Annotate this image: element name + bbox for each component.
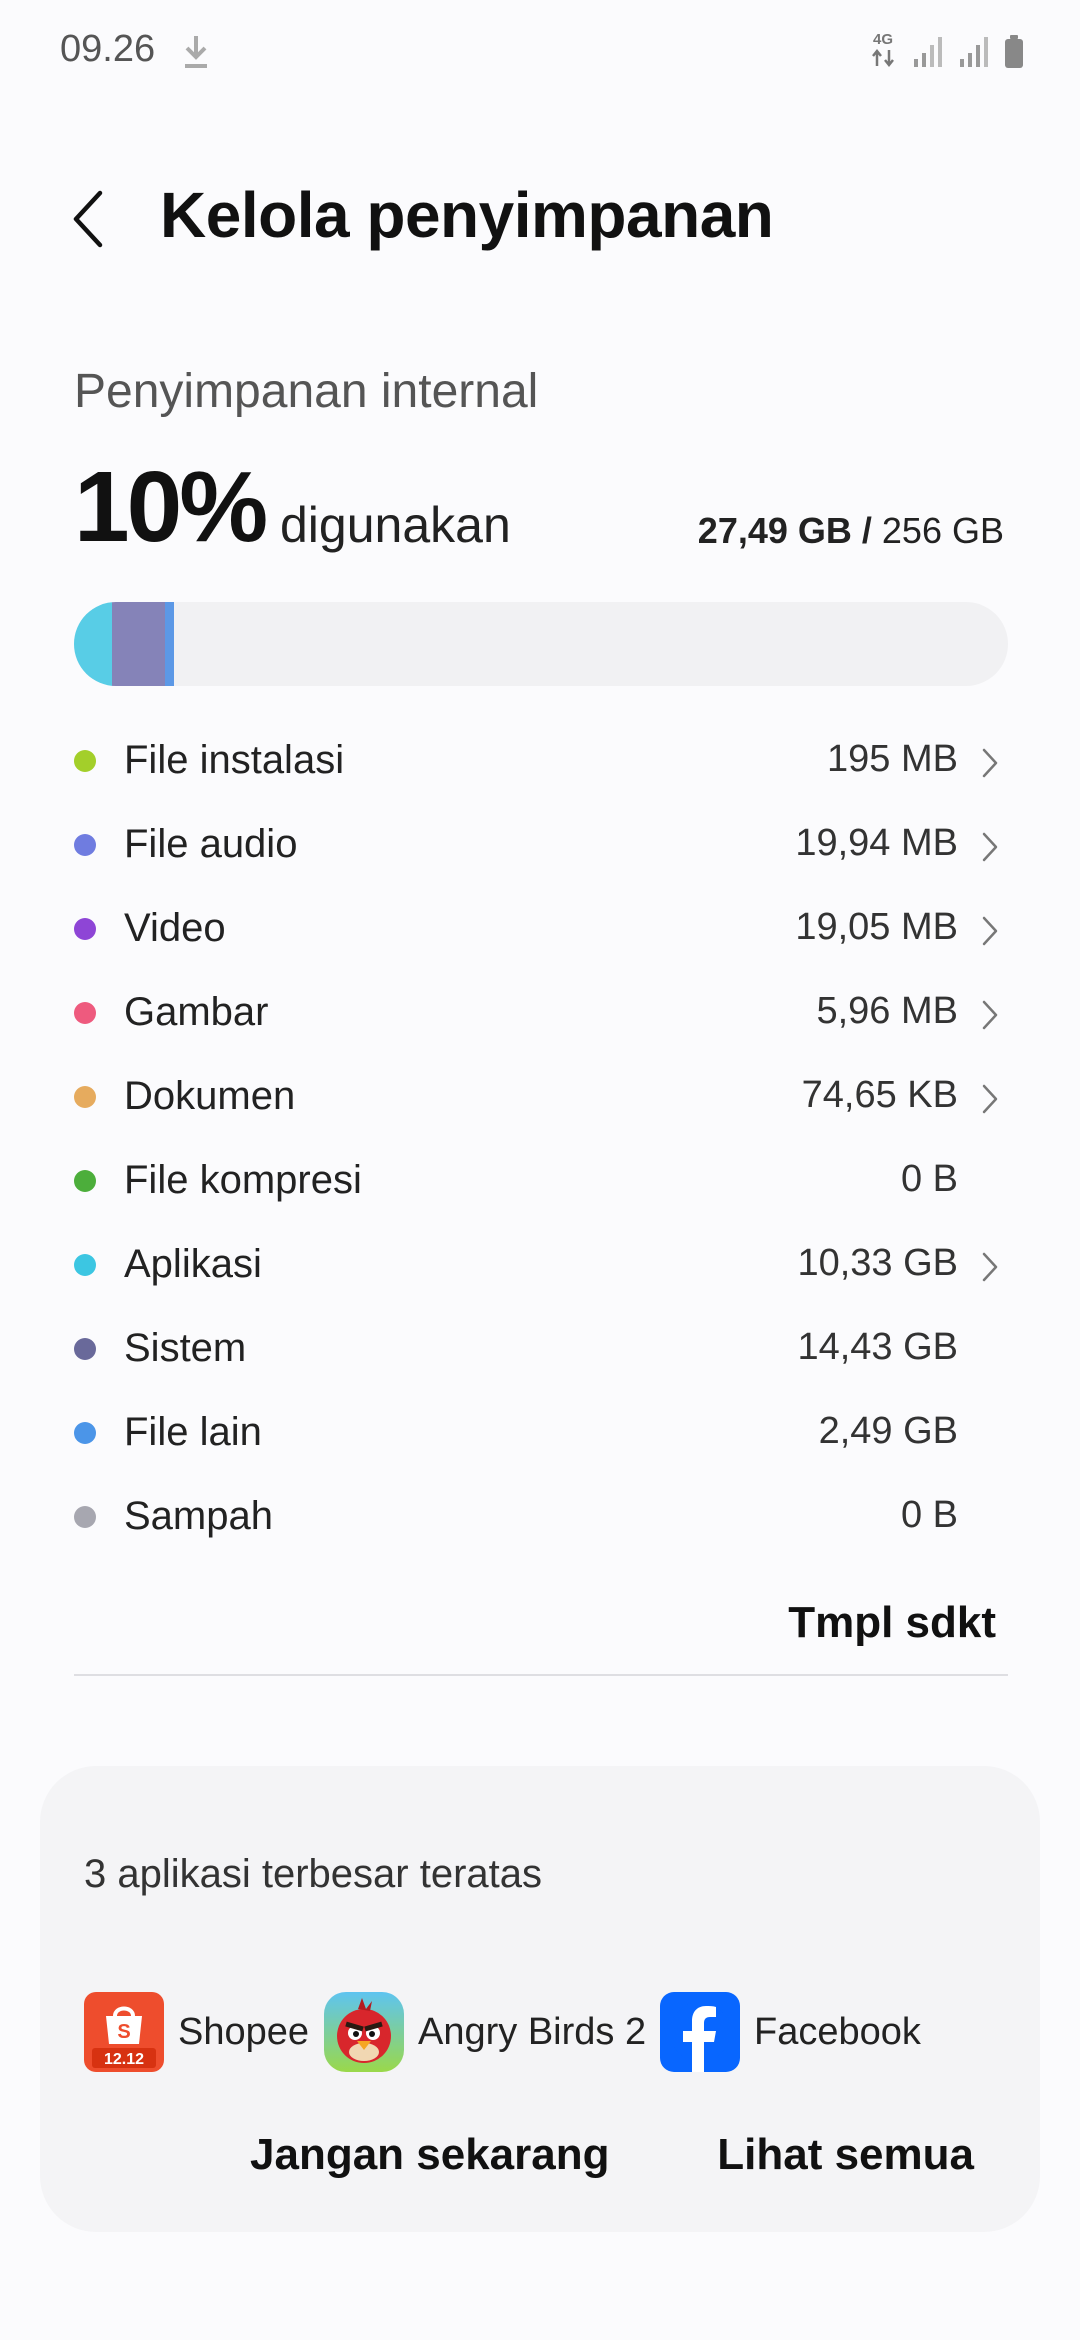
category-name: Aplikasi bbox=[124, 1242, 262, 1286]
category-name: Sistem bbox=[124, 1326, 247, 1370]
category-size: 195 MB bbox=[827, 738, 958, 780]
divider bbox=[74, 1674, 1008, 1676]
category-row[interactable]: File instalasi 195 MB bbox=[0, 720, 1080, 804]
data-arrows-icon: 4G bbox=[868, 32, 898, 72]
category-size: 74,65 KB bbox=[801, 1074, 958, 1116]
chevron-right-icon bbox=[982, 1252, 998, 1282]
top-apps-title: 3 aplikasi terbesar teratas bbox=[84, 1852, 543, 1896]
category-name: File lain bbox=[124, 1410, 262, 1454]
category-size: 14,43 GB bbox=[797, 1326, 958, 1368]
app-name: Angry Birds 2 bbox=[418, 2010, 647, 2053]
chevron-right-icon bbox=[982, 1084, 998, 1114]
category-row[interactable]: Video 19,05 MB bbox=[0, 888, 1080, 972]
category-size: 5,96 MB bbox=[816, 990, 958, 1032]
category-row[interactable]: Dokumen 74,65 KB bbox=[0, 1056, 1080, 1140]
category-row: Sampah 0 B bbox=[0, 1476, 1080, 1560]
category-color-dot bbox=[74, 918, 96, 940]
signal-icon bbox=[960, 37, 988, 67]
total-amount: 256 GB bbox=[881, 510, 1004, 551]
category-list: File instalasi 195 MB File audio 19,94 MB Vi… bbox=[0, 720, 1080, 1560]
category-row[interactable]: File audio 19,94 MB bbox=[0, 804, 1080, 888]
signal-icon bbox=[914, 37, 942, 67]
back-button[interactable] bbox=[58, 184, 118, 254]
svg-text:S: S bbox=[117, 2021, 130, 2043]
category-row[interactable]: Gambar 5,96 MB bbox=[0, 972, 1080, 1056]
category-size: 19,05 MB bbox=[795, 906, 958, 948]
chevron-right-icon bbox=[982, 916, 998, 946]
used-amount: 27,49 GB bbox=[697, 510, 852, 551]
download-icon bbox=[185, 36, 207, 68]
app-shopee[interactable]: S 12.12 Shopee bbox=[84, 1992, 309, 2072]
status-icons: 4G bbox=[868, 32, 1024, 72]
chevron-left-icon bbox=[73, 190, 103, 248]
chevron-right-icon bbox=[982, 832, 998, 862]
status-bar: 09.26 4G bbox=[0, 0, 1080, 100]
category-name: Dokumen bbox=[124, 1074, 296, 1118]
status-time: 09.26 bbox=[60, 28, 156, 70]
battery-icon bbox=[1005, 35, 1023, 68]
category-size: 0 B bbox=[900, 1494, 958, 1536]
chevron-right-icon bbox=[982, 748, 998, 778]
chevron-right-icon bbox=[982, 1000, 998, 1030]
used-percent: 10% bbox=[74, 451, 268, 563]
category-row[interactable]: Aplikasi 10,33 GB bbox=[0, 1224, 1080, 1308]
used-size: 27,49 GB / 256 GB bbox=[698, 510, 1004, 552]
category-row: Sistem 14,43 GB bbox=[0, 1308, 1080, 1392]
app-name: Shopee bbox=[178, 2010, 310, 2053]
category-size: 0 B bbox=[900, 1158, 958, 1200]
page-title: Kelola penyimpanan bbox=[160, 179, 774, 251]
shopee-icon: S 12.12 bbox=[84, 1992, 164, 2072]
usage-summary: 10% digunakan 27,49 GB / 256 GB bbox=[74, 450, 1004, 563]
category-name: Video bbox=[124, 906, 226, 950]
network-type: 4G bbox=[872, 31, 893, 48]
category-size: 10,33 GB bbox=[797, 1242, 958, 1284]
category-name: File audio bbox=[124, 822, 298, 866]
top-apps-card: 3 aplikasi terbesar teratas S 12.12 Shop… bbox=[40, 1766, 1040, 2232]
category-color-dot bbox=[74, 1254, 96, 1276]
category-row: File lain 2,49 GB bbox=[0, 1392, 1080, 1476]
storage-usage-bar bbox=[74, 602, 1008, 686]
app-name: Facebook bbox=[754, 2010, 921, 2053]
shopee-badge: 12.12 bbox=[104, 2051, 144, 2068]
app-facebook[interactable]: Facebook bbox=[660, 1992, 921, 2072]
usage-bar-segment bbox=[165, 602, 174, 686]
category-color-dot bbox=[74, 1422, 96, 1444]
category-size: 19,94 MB bbox=[795, 822, 958, 864]
category-color-dot bbox=[74, 1506, 96, 1528]
category-color-dot bbox=[74, 834, 96, 856]
category-color-dot bbox=[74, 750, 96, 772]
top-apps-list: S 12.12 Shopee Angry Birds 2 Facebook bbox=[84, 1992, 1024, 2072]
category-name: File kompresi bbox=[124, 1158, 362, 1202]
category-color-dot bbox=[74, 1002, 96, 1024]
show-less-button[interactable]: Tmpl sdkt bbox=[788, 1598, 996, 1648]
category-size: 2,49 GB bbox=[818, 1410, 958, 1452]
category-row: File kompresi 0 B bbox=[0, 1140, 1080, 1224]
category-color-dot bbox=[74, 1338, 96, 1360]
category-color-dot bbox=[74, 1170, 96, 1192]
category-name: Gambar bbox=[124, 990, 269, 1034]
app-angry-birds-2[interactable]: Angry Birds 2 bbox=[324, 1992, 646, 2072]
category-name: File instalasi bbox=[124, 738, 345, 782]
view-all-button[interactable]: Lihat semua bbox=[717, 2130, 974, 2180]
used-label: digunakan bbox=[280, 497, 511, 553]
size-separator: / bbox=[851, 510, 882, 551]
usage-bar-segment bbox=[112, 602, 165, 686]
section-label: Penyimpanan internal bbox=[74, 365, 539, 418]
angry-birds-icon bbox=[324, 1992, 404, 2072]
facebook-icon bbox=[660, 1992, 740, 2072]
usage-bar-segment bbox=[74, 602, 112, 686]
dismiss-button[interactable]: Jangan sekarang bbox=[250, 2130, 610, 2180]
category-color-dot bbox=[74, 1086, 96, 1108]
app-bar: Kelola penyimpanan bbox=[0, 150, 1080, 280]
category-name: Sampah bbox=[124, 1494, 273, 1538]
